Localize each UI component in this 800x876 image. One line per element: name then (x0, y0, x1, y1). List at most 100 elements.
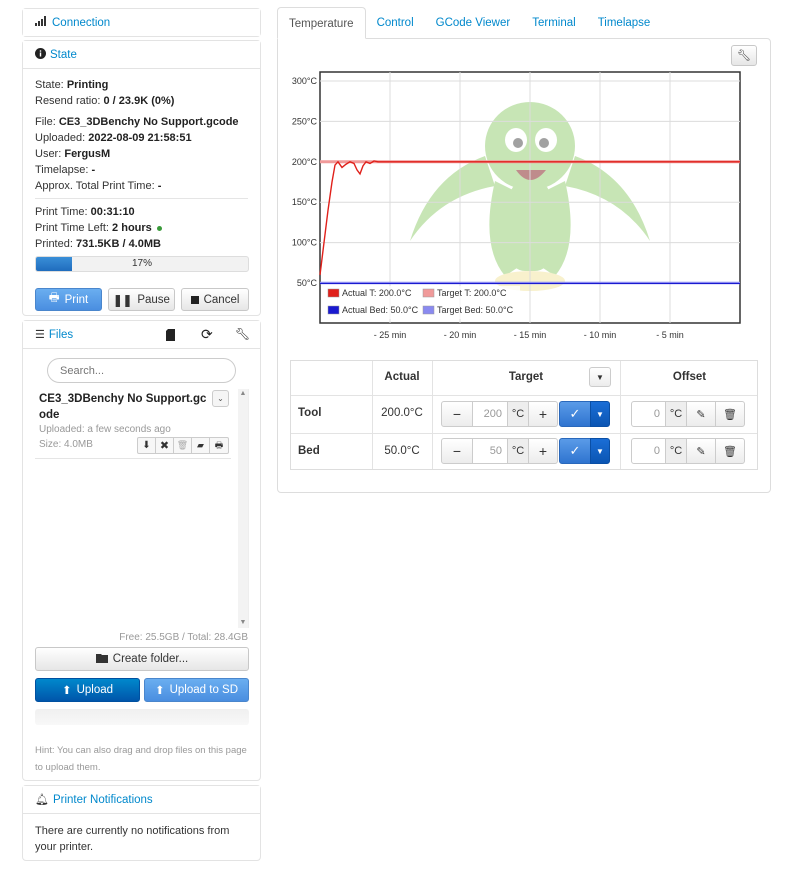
tool-target-input[interactable]: 200 (472, 401, 508, 427)
notifications-line-2: your printer. (35, 841, 94, 853)
tool-target-increment-button[interactable]: + (528, 401, 558, 427)
trash-icon[interactable]: 🗑︎ (174, 438, 192, 453)
stop-icon (190, 295, 199, 304)
bed-target-decrement-button[interactable]: − (441, 438, 473, 464)
bed-target-unit: °C (507, 438, 529, 464)
approx-time-label: Approx. Total Print Time: (35, 180, 155, 192)
tab-gcode-viewer[interactable]: GCode Viewer (425, 7, 522, 39)
user-value: FergusM (64, 148, 111, 160)
user-label: User: (35, 148, 62, 160)
tab-timelapse[interactable]: Timelapse (587, 7, 662, 39)
bed-target-confirm-button[interactable]: ✓ (559, 438, 591, 464)
upload-sd-button[interactable]: ⬆ Upload to SD (144, 678, 249, 702)
bed-offset-delete-button[interactable]: 🗑︎ (715, 438, 745, 464)
file-search-input[interactable] (47, 358, 236, 383)
file-expand-button[interactable]: ⌄ (212, 390, 229, 407)
tool-target-decrement-button[interactable]: − (441, 401, 473, 427)
bed-offset-unit: °C (665, 438, 687, 464)
pause-icon: ❚❚ (113, 294, 133, 307)
print-button-label: Print (64, 293, 89, 306)
tool-offset-edit-button[interactable]: ✎ (686, 401, 716, 427)
state-row: State: Printing (35, 77, 248, 93)
bed-offset-edit-button[interactable]: ✎ (686, 438, 716, 464)
file-actions: ⬇ ✖ 🗑︎ ▰ 🖶 (137, 437, 229, 454)
header-offset: Offset (672, 371, 707, 383)
print-time-value: 00:31:10 (90, 206, 135, 218)
file-list[interactable]: CE3_3DBenchy No Support.gc ode ⌄ Uploade… (35, 389, 249, 628)
bed-offset-input[interactable]: 0 (631, 438, 666, 464)
file-list-item[interactable]: CE3_3DBenchy No Support.gc ode ⌄ Uploade… (35, 389, 231, 459)
tab-temperature[interactable]: Temperature (277, 7, 366, 39)
target-presets-dropdown[interactable]: ▼ (589, 367, 611, 387)
download-icon[interactable]: ⬇ (138, 438, 156, 453)
approx-time-row: Approx. Total Print Time: - (35, 178, 248, 194)
folder-icon (95, 653, 108, 666)
graph-settings-button[interactable]: 🔧︎ (731, 45, 757, 66)
sd-card-icon[interactable] (166, 329, 175, 344)
estimate-dot-icon (156, 225, 162, 231)
y-axis-ticks: 300°C 250°C 200°C 150°C 100°C 50°C (292, 76, 318, 288)
create-folder-button[interactable]: Create folder... (35, 647, 249, 671)
bed-target-increment-button[interactable]: + (528, 438, 558, 464)
tool-target-unit: °C (507, 401, 529, 427)
time-left-label: Print Time Left: (35, 222, 109, 234)
notifications-title: Printer Notifications (52, 793, 153, 806)
scroll-down-arrow[interactable]: ▼ (238, 618, 248, 628)
printed-label: Printed: (35, 238, 73, 250)
print-time-row: Print Time: 00:31:10 (35, 204, 248, 220)
print-file-icon[interactable]: 🖶 (210, 438, 228, 453)
tool-actual: 200.0°C (381, 407, 423, 419)
legend-actual-t: Actual T: 200.0°C (342, 288, 412, 298)
state-value: Printing (66, 79, 109, 91)
tab-control[interactable]: Control (366, 7, 425, 39)
bed-target-input[interactable]: 50 (472, 438, 508, 464)
file-list-scrollbar[interactable]: ▲ ▼ (238, 389, 248, 628)
progress-bar: 17% (35, 256, 249, 272)
printed-row: Printed: 731.5KB / 4.0MB (35, 236, 248, 252)
y-tick-label: 200°C (292, 157, 318, 167)
uploaded-row: Uploaded: 2022-08-09 21:58:51 (35, 130, 248, 146)
print-time-label: Print Time: (35, 206, 88, 218)
legend-swatch-actual-t (327, 288, 340, 298)
pause-button[interactable]: ❚❚ Pause (108, 288, 175, 311)
upload-hint: Hint: You can also drag and drop files o… (35, 742, 247, 776)
signal-icon (35, 16, 48, 29)
tool-target-confirm-button[interactable]: ✓ (559, 401, 591, 427)
approx-time-value: - (157, 180, 162, 192)
upload-button[interactable]: ⬆ Upload (35, 678, 140, 702)
user-row: User: FergusM (35, 146, 248, 162)
tool-offset-input[interactable]: 0 (631, 401, 666, 427)
connection-header[interactable]: Connection (23, 9, 260, 36)
tab-terminal[interactable]: Terminal (521, 7, 586, 39)
resend-label: Resend ratio: (35, 95, 101, 107)
progress-text: 17% (131, 258, 152, 269)
file-row: File: CE3_3DBenchy No Support.gcode (35, 114, 248, 130)
bed-target-options-dropdown[interactable]: ▼ (590, 438, 610, 464)
uploaded-value: 2022-08-09 21:58:51 (88, 132, 192, 144)
notifications-text: There are currently no notifications fro… (35, 823, 229, 855)
files-title[interactable]: Files (49, 329, 73, 341)
tool-target-options-dropdown[interactable]: ▼ (590, 401, 610, 427)
scroll-up-arrow[interactable]: ▲ (238, 389, 248, 399)
state-label: State: (35, 79, 64, 91)
cancel-button[interactable]: Cancel (181, 288, 249, 311)
resend-value: 0 / 23.9K (0%) (103, 95, 175, 107)
legend-swatch-target-bed (422, 305, 435, 315)
remove-icon[interactable]: ✖ (156, 438, 174, 453)
state-header[interactable]: State (23, 41, 260, 69)
refresh-icon[interactable]: ⟳ (201, 326, 213, 343)
wrench-icon[interactable]: 🔧︎ (235, 327, 250, 341)
file-name[interactable]: CE3_3DBenchy No Support.gc ode (39, 391, 206, 423)
print-button[interactable]: 🖶 Print (35, 288, 102, 311)
uploaded-label: Uploaded: (35, 132, 86, 144)
upload-icon: ⬆ (61, 685, 72, 697)
bed-label: Bed (298, 445, 320, 457)
x-tick-label: - 5 min (656, 330, 684, 340)
notifications-header[interactable]: 🔔︎ Printer Notifications (23, 786, 260, 814)
list-icon: ☰ (35, 329, 45, 341)
tool-offset-delete-button[interactable]: 🗑︎ (715, 401, 745, 427)
folder-open-icon[interactable]: ▰ (192, 438, 210, 453)
y-tick-label: 300°C (292, 76, 318, 86)
info-icon (35, 47, 46, 62)
trash-icon: 🗑︎ (723, 408, 737, 421)
